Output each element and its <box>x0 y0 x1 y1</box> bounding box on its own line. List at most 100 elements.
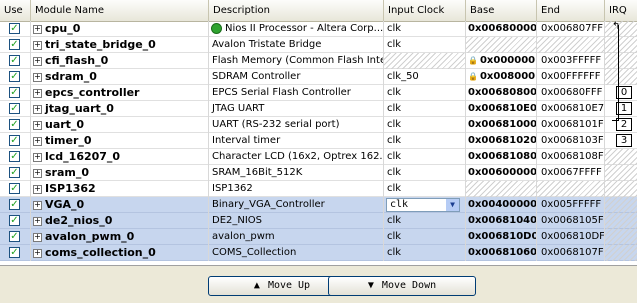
base-cell[interactable]: 0x00681080 <box>466 149 537 165</box>
input-clock-cell[interactable]: clk <box>384 101 466 117</box>
base-cell[interactable]: 🔒0x008000... <box>466 69 537 85</box>
expand-icon[interactable]: + <box>33 104 42 114</box>
base-cell[interactable]: 0x00681060 <box>466 245 537 261</box>
use-checkbox[interactable]: ✓ <box>9 103 20 114</box>
base-cell[interactable] <box>466 181 537 197</box>
use-checkbox[interactable]: ✓ <box>9 247 20 258</box>
irq-cell[interactable] <box>605 197 637 213</box>
base-cell[interactable]: 0x00680800 <box>466 85 537 101</box>
input-clock-cell[interactable]: clk <box>384 181 466 197</box>
table-row[interactable]: ✓ + uart_0 UART (RS-232 serial port) clk 0x00… <box>0 117 637 133</box>
table-row[interactable]: ✓ + ISP1362 ISP1362 clk <box>0 181 637 197</box>
base-cell[interactable]: 0x00680000 <box>466 21 537 37</box>
input-clock-cell[interactable]: clk <box>384 213 466 229</box>
input-clock-cell[interactable]: clk ▼ <box>384 197 466 213</box>
input-clock-cell[interactable]: clk <box>384 149 466 165</box>
input-clock-cell[interactable]: clk <box>384 85 466 101</box>
input-clock-cell[interactable] <box>384 53 466 69</box>
input-clock-cell[interactable]: clk <box>384 21 466 37</box>
irq-cell[interactable] <box>605 69 637 85</box>
header-irq[interactable]: IRQ <box>605 0 637 21</box>
base-cell[interactable]: 0x00600000 <box>466 165 537 181</box>
expand-icon[interactable]: + <box>33 168 42 178</box>
use-checkbox[interactable]: ✓ <box>9 23 20 34</box>
input-clock-cell[interactable]: clk <box>384 165 466 181</box>
header-base[interactable]: Base <box>466 0 537 21</box>
input-clock-cell[interactable]: clk <box>384 37 466 53</box>
table-row[interactable]: ✓ + lcd_16207_0 Character LCD (16x2, Optrex… <box>0 149 637 165</box>
irq-cell[interactable] <box>605 245 637 261</box>
move-down-button[interactable]: ▼ Move Down <box>328 276 476 296</box>
irq-cell[interactable] <box>605 165 637 181</box>
use-checkbox[interactable]: ✓ <box>9 135 20 146</box>
input-clock-cell[interactable]: clk <box>384 133 466 149</box>
table-row[interactable]: ✓ + timer_0 Interval timer clk 0x00681020 0x00… <box>0 133 637 149</box>
expand-icon[interactable]: + <box>33 232 42 242</box>
table-row[interactable]: ✓ + cfi_flash_0 Flash Memory (Common Flash … <box>0 53 637 69</box>
use-checkbox[interactable]: ✓ <box>9 183 20 194</box>
use-checkbox[interactable]: ✓ <box>9 231 20 242</box>
table-row[interactable]: ✓ + coms_collection_0 COMS_Collection clk 0x0… <box>0 245 637 261</box>
clock-select[interactable]: clk ▼ <box>386 198 460 212</box>
input-clock-cell[interactable]: clk <box>384 229 466 245</box>
expand-icon[interactable]: + <box>33 136 42 146</box>
irq-cell[interactable] <box>605 53 637 69</box>
expand-icon[interactable]: + <box>33 120 42 130</box>
irq-cell[interactable] <box>605 213 637 229</box>
expand-icon[interactable]: + <box>33 24 42 34</box>
base-cell[interactable]: 0x006810D0 <box>466 229 537 245</box>
input-clock-cell[interactable]: clk <box>384 117 466 133</box>
table-row[interactable]: ✓ + tri_state_bridge_0 Avalon Tristate Brid… <box>0 37 637 53</box>
table-row[interactable]: ✓ + jtag_uart_0 JTAG UART clk 0x006810E0 0x006… <box>0 101 637 117</box>
use-checkbox[interactable]: ✓ <box>9 167 20 178</box>
expand-icon[interactable]: + <box>33 200 42 210</box>
expand-icon[interactable]: + <box>33 248 42 258</box>
table-row[interactable]: ✓ + VGA_0 Binary_VGA_Controller clk ▼ 0x004000… <box>0 197 637 213</box>
use-checkbox[interactable]: ✓ <box>9 199 20 210</box>
base-cell[interactable]: 0x00400000 <box>466 197 537 213</box>
header-end[interactable]: End <box>537 0 605 21</box>
use-checkbox[interactable]: ✓ <box>9 119 20 130</box>
irq-cell[interactable] <box>605 229 637 245</box>
header-description[interactable]: Description <box>209 0 384 21</box>
irq-cell[interactable]: 2 <box>605 117 637 133</box>
expand-icon[interactable]: + <box>33 184 42 194</box>
irq-cell[interactable] <box>605 21 637 37</box>
header-module-name[interactable]: Module Name <box>31 0 209 21</box>
table-row[interactable]: ✓ + de2_nios_0 DE2_NIOS clk 0x00681040 0x00681… <box>0 213 637 229</box>
header-use[interactable]: Use <box>0 0 31 21</box>
table-row[interactable]: ✓ + epcs_controller EPCS Serial Flash Contr… <box>0 85 637 101</box>
expand-icon[interactable]: + <box>33 56 42 66</box>
irq-cell[interactable]: 1 <box>605 101 637 117</box>
table-row[interactable]: ✓ + avalon_pwm_0 avalon_pwm clk 0x006810D0 0x0… <box>0 229 637 245</box>
table-row[interactable]: ✓ + cpu_0 Nios II Processor - Altera Corp..… <box>0 21 637 37</box>
irq-cell[interactable]: 3 <box>605 133 637 149</box>
lock-icon[interactable]: 🔒 <box>468 53 478 69</box>
irq-cell[interactable] <box>605 37 637 53</box>
input-clock-cell[interactable]: clk <box>384 245 466 261</box>
table-row[interactable]: ✓ + sram_0 SRAM_16Bit_512K clk 0x00600000 0x00… <box>0 165 637 181</box>
expand-icon[interactable]: + <box>33 152 42 162</box>
input-clock-cell[interactable]: clk_50 <box>384 69 466 85</box>
table-row[interactable]: ✓ + sdram_0 SDRAM Controller clk_50 🔒 0x008000… <box>0 69 637 85</box>
base-cell[interactable] <box>466 37 537 53</box>
base-cell[interactable]: 🔒0x000000... <box>466 53 537 69</box>
irq-cell[interactable]: 0 <box>605 85 637 101</box>
use-checkbox[interactable]: ✓ <box>9 39 20 50</box>
base-cell[interactable]: 0x00681040 <box>466 213 537 229</box>
irq-cell[interactable] <box>605 181 637 197</box>
base-cell[interactable]: 0x00681020 <box>466 133 537 149</box>
irq-cell[interactable] <box>605 149 637 165</box>
use-checkbox[interactable]: ✓ <box>9 87 20 98</box>
header-input-clock[interactable]: Input Clock <box>384 0 466 21</box>
expand-icon[interactable]: + <box>33 88 42 98</box>
use-checkbox[interactable]: ✓ <box>9 71 20 82</box>
use-checkbox[interactable]: ✓ <box>9 215 20 226</box>
chevron-down-icon[interactable]: ▼ <box>446 199 459 211</box>
base-cell[interactable]: 0x00681000 <box>466 117 537 133</box>
use-checkbox[interactable]: ✓ <box>9 55 20 66</box>
use-checkbox[interactable]: ✓ <box>9 151 20 162</box>
expand-icon[interactable]: + <box>33 216 42 226</box>
expand-icon[interactable]: + <box>33 40 42 50</box>
lock-icon[interactable]: 🔒 <box>468 69 478 85</box>
